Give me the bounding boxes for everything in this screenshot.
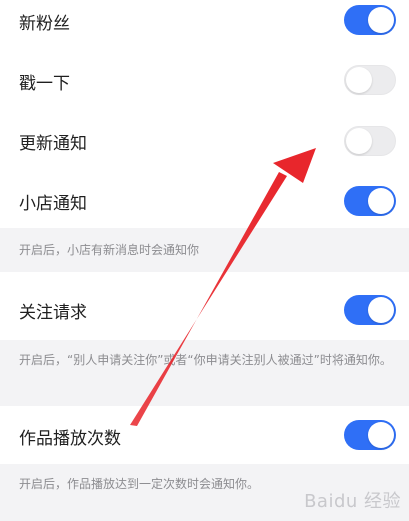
toggle-shop-notify[interactable] [344, 186, 396, 216]
setting-label: 关注请求 [19, 303, 87, 323]
description-text: 开启后，“别人申请关注你”或者“你申请关注别人被通过”时将通知你。 [19, 353, 392, 367]
toggle-play-count[interactable] [344, 420, 396, 450]
description-shop: 开启后，小店有新消息时会通知你 [0, 228, 409, 272]
toggle-new-fans[interactable] [344, 5, 396, 35]
toggle-update-notify[interactable] [344, 126, 396, 156]
toggle-knob [368, 297, 394, 323]
setting-row-poke: 戳一下 [0, 40, 409, 120]
setting-label: 更新通知 [19, 134, 87, 154]
setting-row-new-fans: 新粉丝 [0, 0, 409, 40]
setting-row-play-count: 作品播放次数 [0, 406, 409, 464]
toggle-follow-request[interactable] [344, 295, 396, 325]
baidu-watermark: Baidu 经验 [304, 491, 401, 512]
toggle-knob [368, 7, 394, 33]
toggle-poke[interactable] [344, 65, 396, 95]
toggle-knob [346, 128, 372, 154]
setting-label: 小店通知 [19, 194, 87, 214]
setting-label: 作品播放次数 [19, 429, 121, 449]
toggle-knob [368, 422, 394, 448]
setting-label: 戳一下 [19, 74, 70, 94]
description-text: 开启后，小店有新消息时会通知你 [19, 243, 200, 257]
setting-row-update-notify: 更新通知 [0, 120, 409, 180]
setting-row-shop-notify: 小店通知 [0, 180, 409, 228]
toggle-knob [346, 67, 372, 93]
toggle-knob [368, 188, 394, 214]
description-follow: 开启后，“别人申请关注你”或者“你申请关注别人被通过”时将通知你。 [0, 340, 409, 406]
setting-label: 新粉丝 [19, 14, 70, 34]
setting-row-follow-request: 关注请求 [0, 272, 409, 340]
